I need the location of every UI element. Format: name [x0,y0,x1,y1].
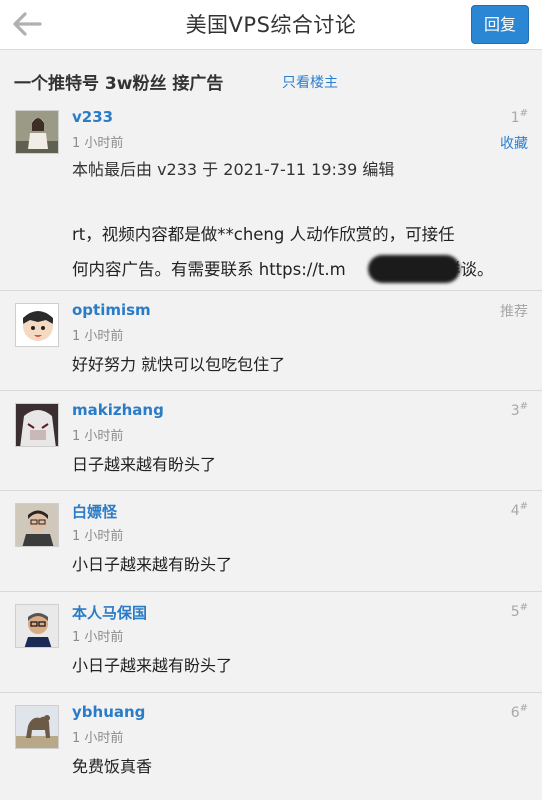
floor-value: 4 [510,503,520,519]
recommend-label[interactable]: 推荐 [500,301,528,321]
floor-number: 3# [511,401,528,419]
floor-value: 6 [510,705,520,721]
floor-number: 6# [511,703,528,721]
post-time: 1 小时前 [72,630,124,645]
floor-mark: # [519,108,528,119]
favorite-link[interactable]: 收藏 [500,133,528,153]
floor-number: 4# [511,501,528,519]
post-content: 小日子越来越有盼头了 [72,555,233,574]
thread-title: 一个推特号 3w粉丝 接广告 [14,74,224,94]
post-body-text: 何内容广告。有需要联系 https://t.m [72,260,346,279]
floor-mark: # [519,401,528,412]
post-content: 日子越来越有盼头了 [72,455,217,474]
floor-value: 5 [510,604,520,620]
post-item: optimism 1 小时前 推荐 好好努力 就快可以包吃包住了 [0,291,542,391]
post-time: 1 小时前 [72,329,124,344]
post-time: 1 小时前 [72,529,124,544]
post-item: makizhang 1 小时前 3# 日子越来越有盼头了 [0,391,542,491]
floor-mark: # [519,703,528,714]
post-time: 1 小时前 [72,136,124,151]
avatar[interactable] [15,303,59,347]
avatar[interactable] [15,604,59,648]
post-content: 好好努力 就快可以包吃包住了 [72,355,286,374]
floor-value: 1 [510,110,520,126]
post-item: v233 1 小时前 1# 收藏 本帖最后由 v233 于 2021-7-11 … [0,98,542,291]
post-body-line: rt，视频内容都是做**cheng 人动作欣赏的，可接任 [72,225,455,244]
author-name[interactable]: 本人马保国 [72,602,147,623]
post-time: 1 小时前 [72,731,124,746]
post-body-line: 何内容广告。有需要联系 https://t.m 详谈。 [72,256,532,280]
post-content: 免费饭真香 [72,757,153,776]
floor-mark: # [519,602,528,613]
author-name[interactable]: makizhang [72,401,164,419]
avatar[interactable] [15,110,59,154]
floor-mark: # [519,501,528,512]
author-name[interactable]: ybhuang [72,703,145,721]
avatar[interactable] [15,403,59,447]
top-bar: 美国VPS综合讨论 回复 [0,0,542,50]
thread-header: 一个推特号 3w粉丝 接广告 只看楼主 [0,50,542,98]
only-op-link[interactable]: 只看楼主 [282,72,338,92]
floor-number: 1# [511,108,528,126]
post-item: ybhuang 1 小时前 6# 免费饭真香 [0,693,542,800]
post-item: 本人马保国 1 小时前 5# 小日子越来越有盼头了 [0,592,542,693]
post-item: 白嫖怪 1 小时前 4# 小日子越来越有盼头了 [0,491,542,592]
page-title: 美国VPS综合讨论 [185,13,357,37]
floor-value: 3 [510,403,520,419]
floor-number: 5# [511,602,528,620]
avatar[interactable] [15,705,59,749]
avatar[interactable] [15,503,59,547]
author-name[interactable]: v233 [72,108,113,126]
author-name[interactable]: optimism [72,301,151,319]
redaction-mark [368,255,460,283]
edit-note: 本帖最后由 v233 于 2021-7-11 19:39 编辑 [72,160,395,179]
author-name[interactable]: 白嫖怪 [72,501,117,522]
post-time: 1 小时前 [72,429,124,444]
reply-button[interactable]: 回复 [471,5,529,44]
post-content: 小日子越来越有盼头了 [72,656,233,675]
